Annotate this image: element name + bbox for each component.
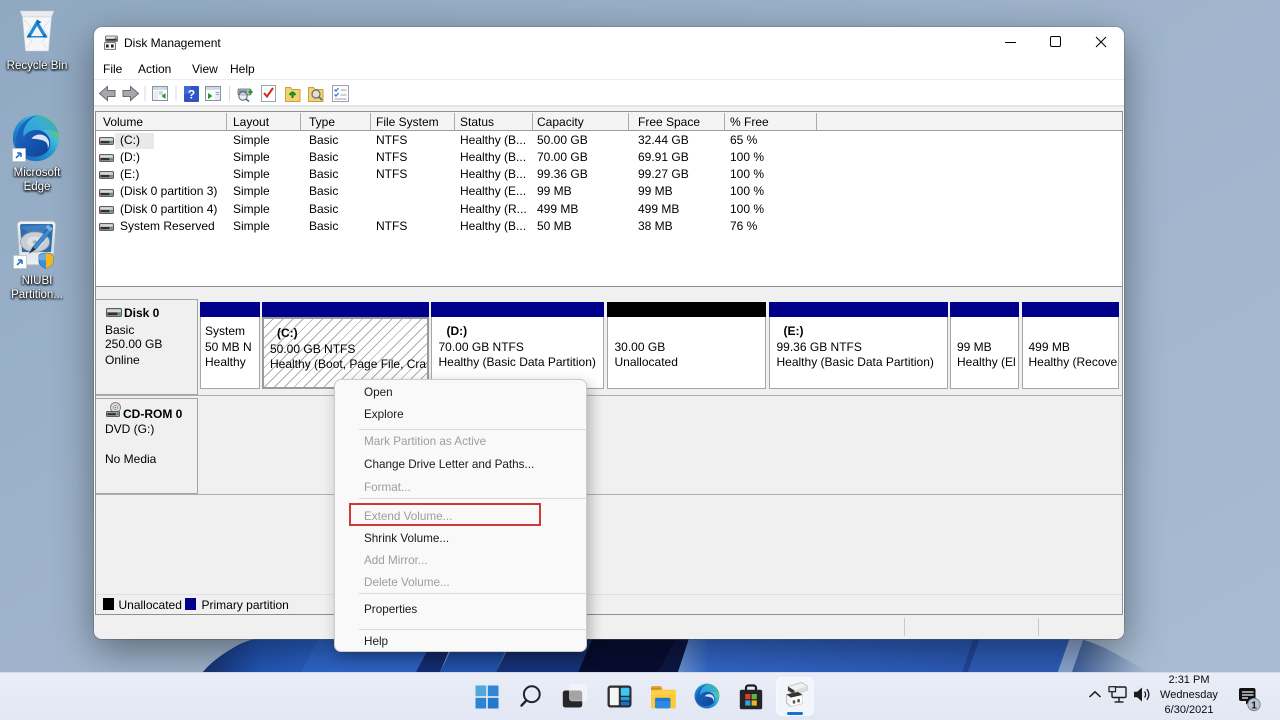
svg-text:1: 1 [1251, 699, 1257, 711]
svg-text:?: ? [188, 88, 195, 102]
